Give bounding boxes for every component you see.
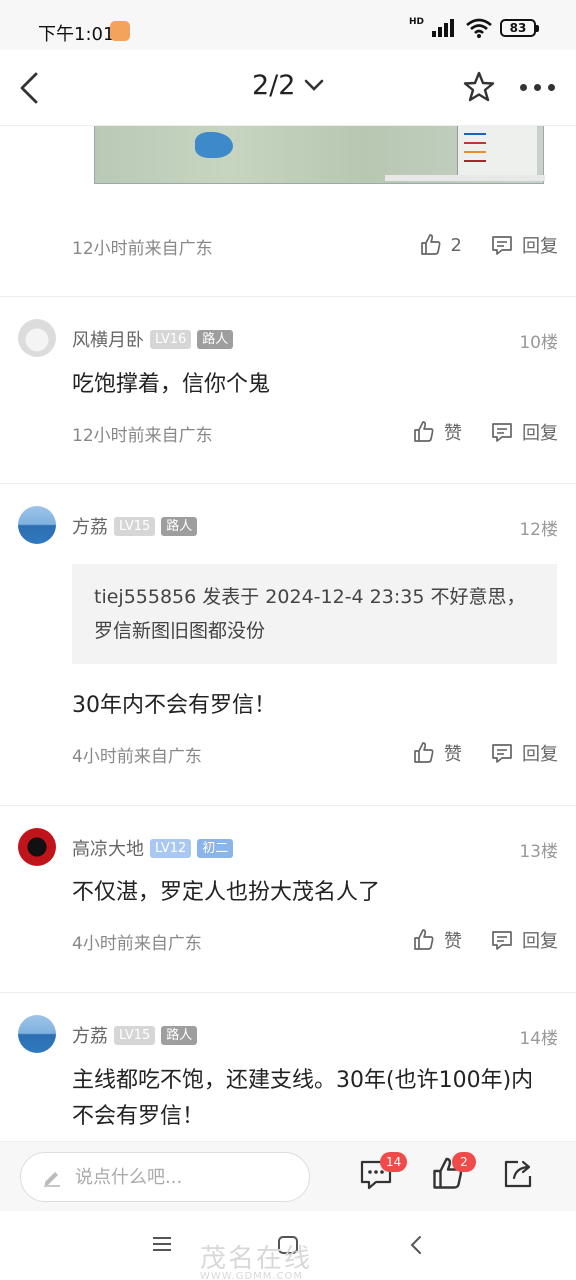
post-meta: 12小时前来自广东 [72, 239, 213, 259]
avatar[interactable] [18, 506, 56, 544]
like-button[interactable]: 赞 [412, 419, 462, 445]
star-icon[interactable] [462, 70, 496, 104]
divider [0, 805, 576, 806]
like-button[interactable]: 赞 [412, 740, 462, 766]
reply-button[interactable]: 回复 [490, 232, 558, 258]
comment-input[interactable] [75, 1166, 275, 1188]
avatar[interactable] [18, 319, 56, 357]
quoted-reply[interactable]: tiej555856 发表于 2024-12-4 23:35 不好意思，罗信新图… [72, 564, 557, 664]
status-bar: 下午1:01 HD 83 [0, 0, 576, 50]
notification-icon [110, 21, 130, 41]
post-author: 风横月卧 LV16 路人 [72, 326, 234, 352]
like-icon [414, 929, 434, 950]
reply-icon [492, 931, 512, 950]
avatar[interactable] [18, 828, 56, 866]
post-actions: 赞 回复 [412, 927, 558, 953]
like-icon [414, 421, 434, 442]
reply-icon [492, 744, 512, 763]
post-meta: 4小时前来自广东 [72, 747, 202, 767]
back-nav-icon[interactable] [408, 1235, 424, 1255]
username[interactable]: 风横月卧 [72, 326, 144, 352]
post-text: 不仅湛，罗定人也扮大茂名人了 [72, 880, 381, 905]
comment-list[interactable]: 12小时前来自广东 2 回复 风横月卧 LV16 路人 10楼 吃饱撑着，信你个… [0, 126, 576, 1141]
like-label: 赞 [444, 423, 462, 444]
wifi-icon [466, 18, 492, 38]
page-indicator[interactable]: 2/2 [252, 70, 295, 101]
floor-number: 12楼 [519, 520, 558, 540]
map-legend [457, 126, 537, 176]
share-button[interactable] [500, 1156, 540, 1196]
comment-count-badge: 14 [380, 1152, 408, 1172]
floor-number: 13楼 [519, 842, 558, 862]
map-footer [385, 175, 545, 181]
hd-label: HD [408, 17, 424, 27]
username[interactable]: 方荔 [72, 1022, 108, 1048]
battery-indicator: 83 [500, 19, 539, 37]
username[interactable]: 方荔 [72, 513, 108, 539]
reply-label: 回复 [522, 423, 558, 444]
bottom-action-bar: 14 2 [0, 1141, 576, 1211]
more-icon[interactable] [520, 84, 555, 91]
level-badge: LV15 [114, 516, 156, 536]
comment-button[interactable]: 14 [358, 1152, 408, 1196]
like-label: 赞 [444, 744, 462, 765]
like-icon [420, 234, 440, 255]
post-text: 主线都吃不饱，还建支线。30年(也许100年)内不会有罗信！ [72, 1068, 534, 1129]
role-badge: 路人 [161, 516, 198, 536]
floor-number: 10楼 [519, 333, 558, 353]
status-icons: HD 83 [408, 17, 539, 38]
menu-icon[interactable] [152, 1235, 172, 1253]
like-button[interactable]: 赞 [412, 927, 462, 953]
like-count: 2 [450, 234, 462, 256]
watermark-url: WWW.GDMM.COM [200, 1271, 304, 1280]
back-icon[interactable] [16, 68, 46, 108]
signal-icon [432, 19, 454, 37]
reply-icon [492, 236, 512, 255]
pencil-icon [44, 1172, 60, 1187]
like-count-badge: 2 [452, 1152, 476, 1172]
watermark-text: 茂名在线 [200, 1244, 313, 1274]
top-nav-bar: 2/2 [0, 50, 576, 126]
role-badge: 初二 [197, 838, 234, 858]
post-text: 30年内不会有罗信！ [72, 693, 276, 718]
like-label: 赞 [444, 931, 462, 952]
like-post-button[interactable]: 2 [430, 1152, 476, 1196]
reply-button[interactable]: 回复 [490, 740, 558, 766]
role-badge: 路人 [197, 329, 234, 349]
reply-label: 回复 [522, 236, 558, 257]
level-badge: LV12 [150, 838, 192, 858]
map-image[interactable] [94, 126, 545, 184]
post-actions: 赞 回复 [412, 740, 558, 766]
reply-button[interactable]: 回复 [490, 927, 558, 953]
level-badge: LV16 [150, 329, 192, 349]
post-author: 高凉大地 LV12 初二 [72, 835, 234, 861]
reply-icon [492, 423, 512, 442]
level-badge: LV15 [114, 1025, 156, 1045]
status-time: 下午1:01 [38, 24, 115, 45]
comment-input-box[interactable] [20, 1152, 310, 1202]
divider [0, 296, 576, 297]
divider [0, 992, 576, 993]
map-lake [195, 132, 233, 158]
like-icon [414, 742, 434, 763]
chevron-down-icon[interactable] [304, 78, 324, 92]
watermark: 茂名在线 WWW.GDMM.COM [200, 1238, 312, 1280]
divider [0, 483, 576, 484]
reply-button[interactable]: 回复 [490, 419, 558, 445]
reply-label: 回复 [522, 744, 558, 765]
post-meta: 12小时前来自广东 [72, 426, 213, 446]
username[interactable]: 高凉大地 [72, 835, 144, 861]
reply-label: 回复 [522, 931, 558, 952]
share-icon [504, 1160, 532, 1188]
post-meta: 4小时前来自广东 [72, 934, 202, 954]
role-badge: 路人 [161, 1025, 198, 1045]
floor-number: 14楼 [519, 1029, 558, 1049]
like-button[interactable]: 2 [419, 233, 462, 257]
post-actions: 2 回复 [419, 232, 558, 258]
post-text: 吃饱撑着，信你个鬼 [72, 372, 271, 397]
post-author: 方荔 LV15 路人 [72, 1022, 198, 1048]
post-actions: 赞 回复 [412, 419, 558, 445]
post-author: 方荔 LV15 路人 [72, 513, 198, 539]
avatar[interactable] [18, 1015, 56, 1053]
